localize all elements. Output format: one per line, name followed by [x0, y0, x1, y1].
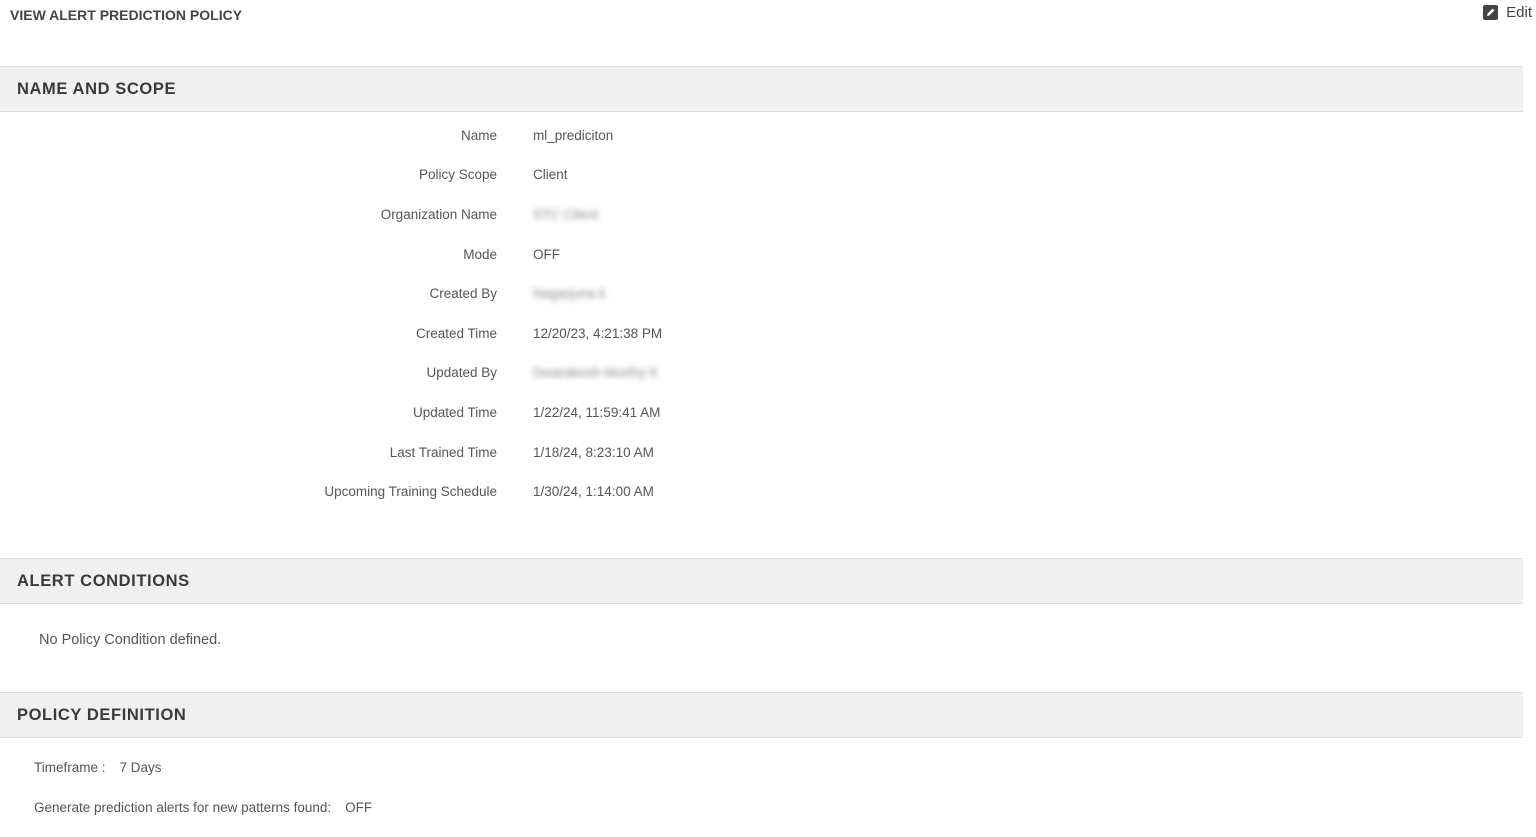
- field-label: Mode: [463, 247, 497, 262]
- field-row-updated-time: Updated Time 1/22/24, 11:59:41 AM: [0, 405, 1000, 425]
- generate-alerts-label: Generate prediction alerts for new patte…: [34, 800, 332, 815]
- field-value: Nagarjuna k: [533, 286, 606, 301]
- field-value: 1/18/24, 8:23:10 AM: [533, 445, 654, 460]
- field-label: Name: [460, 128, 497, 143]
- field-value: 1/30/24, 1:14:00 AM: [533, 484, 654, 499]
- alert-prediction-policy-page: VIEW ALERT PREDICTION POLICY Edit NAME A…: [0, 0, 1536, 837]
- field-value: OFF: [533, 247, 560, 262]
- policy-definition-title: POLICY DEFINITION: [17, 706, 187, 724]
- field-row-policy-scope: Policy Scope Client: [0, 167, 1000, 187]
- field-value: STC Client: [533, 207, 599, 222]
- field-value: 1/22/24, 11:59:41 AM: [533, 405, 661, 420]
- alert-conditions-title: ALERT CONDITIONS: [17, 572, 190, 590]
- field-label: Upcoming Training Schedule: [324, 484, 497, 499]
- field-row-created-by: Created By Nagarjuna k: [0, 286, 1000, 306]
- edit-label[interactable]: Edit: [1506, 4, 1532, 21]
- name-and-scope-header: NAME AND SCOPE: [0, 66, 1523, 112]
- timeframe-label: Timeframe :: [34, 760, 106, 775]
- field-value: ml_prediciton: [533, 128, 614, 143]
- policy-definition-header: POLICY DEFINITION: [0, 692, 1523, 738]
- field-label: Created By: [429, 286, 497, 301]
- field-row-upcoming-training-schedule: Upcoming Training Schedule 1/30/24, 1:14…: [0, 484, 1000, 504]
- field-row-organization-name: Organization Name STC Client: [0, 207, 1000, 227]
- field-value: 12/20/23, 4:21:38 PM: [533, 326, 663, 341]
- field-row-created-time: Created Time 12/20/23, 4:21:38 PM: [0, 326, 1000, 346]
- field-row-last-trained-time: Last Trained Time 1/18/24, 8:23:10 AM: [0, 445, 1000, 465]
- page-title: VIEW ALERT PREDICTION POLICY: [10, 7, 243, 23]
- field-row-mode: Mode OFF: [0, 247, 1000, 267]
- field-label: Last Trained Time: [389, 445, 497, 460]
- field-value: Client: [533, 167, 568, 182]
- name-and-scope-title: NAME AND SCOPE: [17, 80, 177, 98]
- timeframe-row: Timeframe : 7 Days: [34, 760, 162, 775]
- edit-icon[interactable]: [1483, 5, 1499, 20]
- generate-alerts-value: OFF: [345, 800, 373, 815]
- field-row-name: Name ml_prediciton: [0, 128, 1000, 148]
- no-condition-message: No Policy Condition defined.: [39, 632, 222, 648]
- edit-button[interactable]: Edit: [1483, 4, 1532, 21]
- field-row-updated-by: Updated By Dwarakesh Murthy K: [0, 365, 1000, 385]
- field-label: Created Time: [415, 326, 497, 341]
- alert-conditions-header: ALERT CONDITIONS: [0, 558, 1523, 604]
- field-value: Dwarakesh Murthy K: [533, 365, 659, 380]
- generate-alerts-row: Generate prediction alerts for new patte…: [34, 800, 372, 815]
- timeframe-value: 7 Days: [119, 760, 162, 775]
- field-label: Updated By: [426, 365, 497, 380]
- field-label: Organization Name: [380, 207, 497, 222]
- field-label: Updated Time: [412, 405, 497, 420]
- field-label: Policy Scope: [418, 167, 497, 182]
